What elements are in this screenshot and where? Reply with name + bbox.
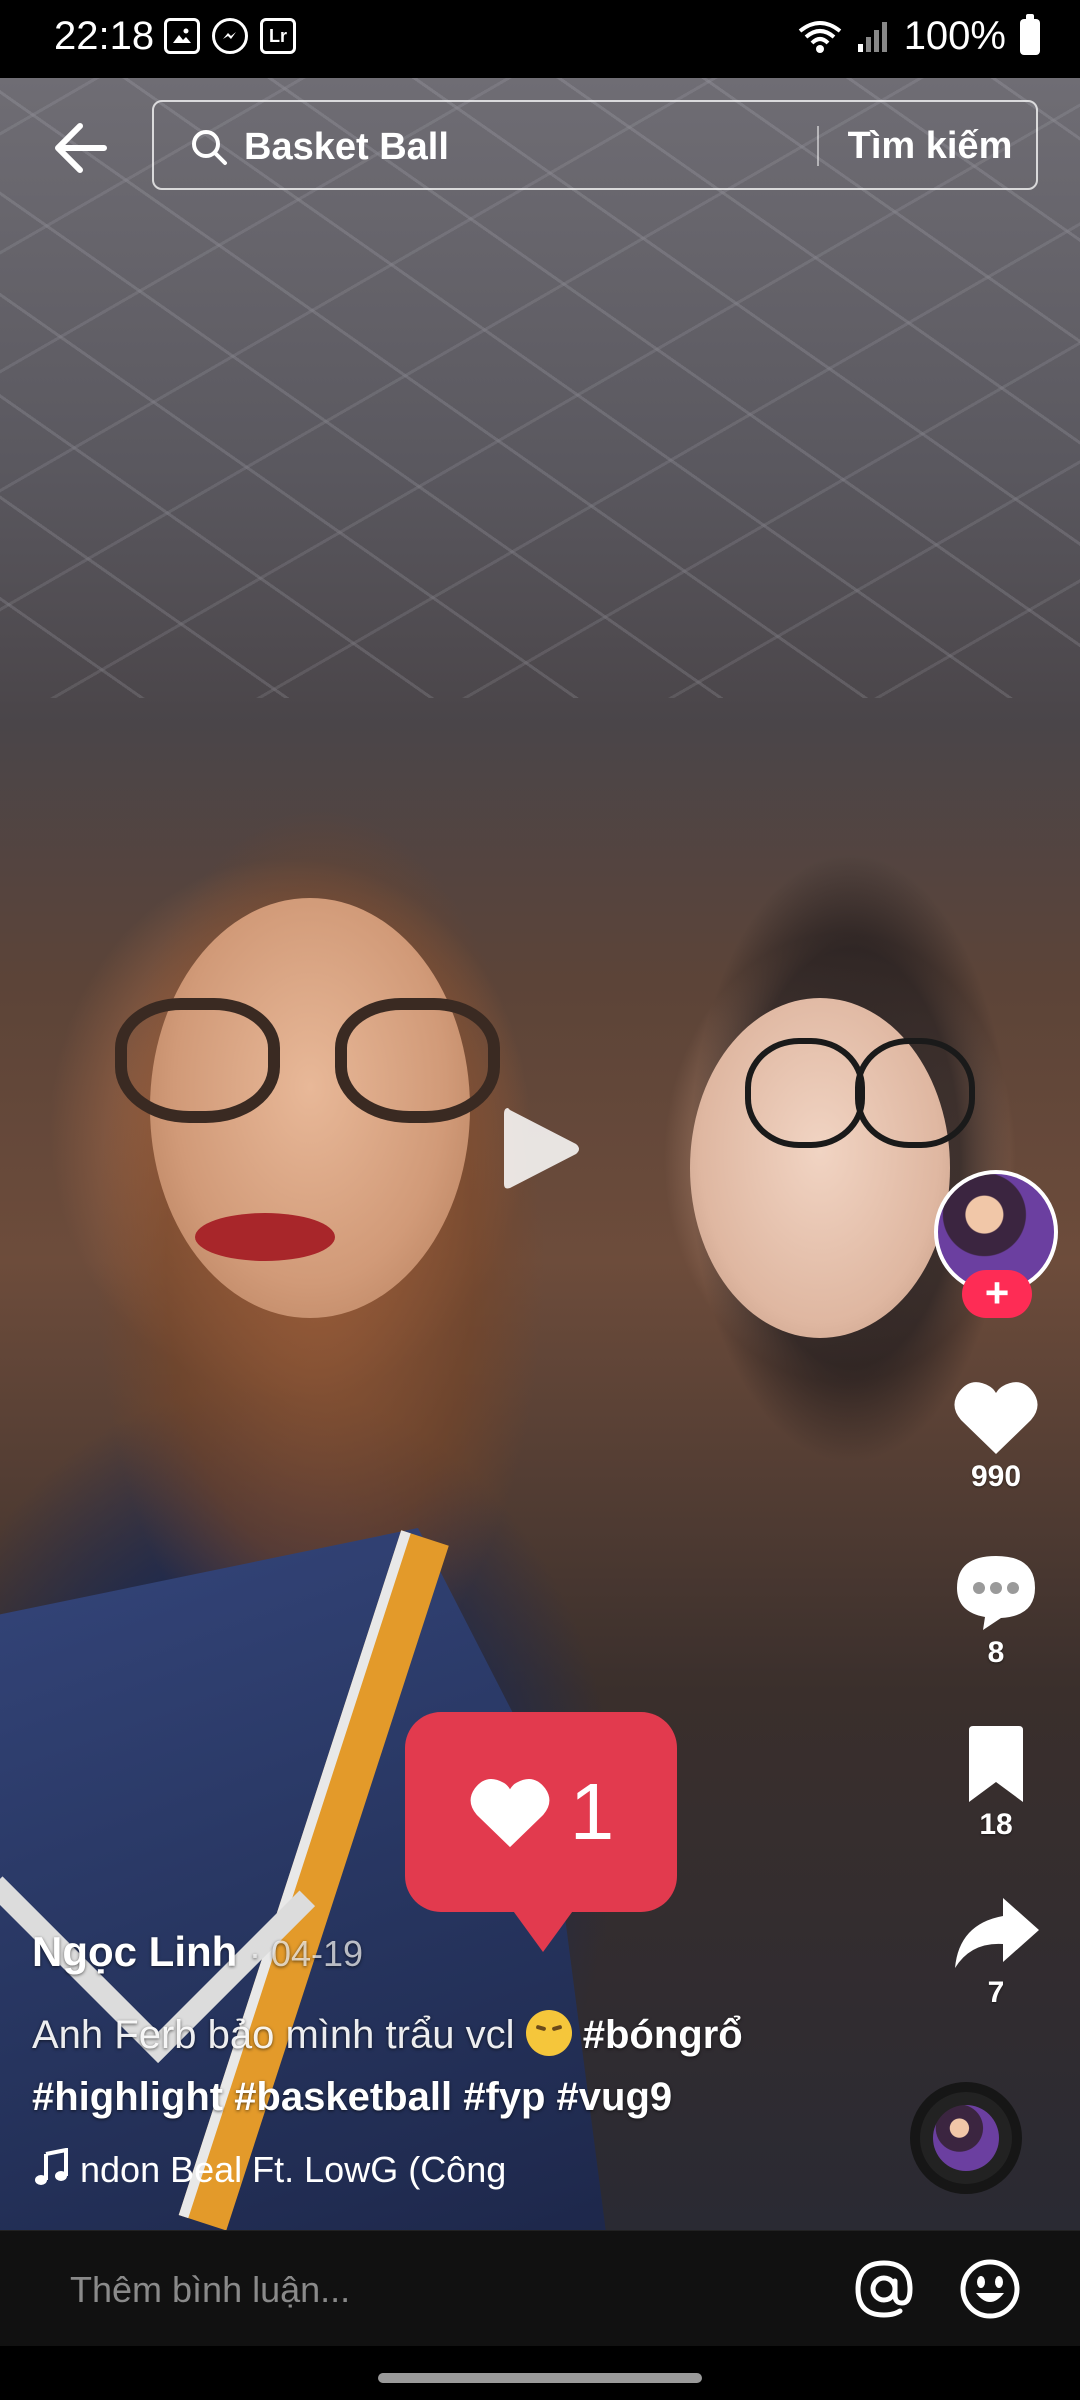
save-count: 18 [979, 1808, 1013, 1841]
comment-icon [957, 1556, 1035, 1630]
play-icon[interactable] [502, 1104, 582, 1194]
notification-icons: Lr [164, 18, 296, 54]
like-button[interactable]: 990 [940, 1378, 1052, 1494]
sad-face-emoji-icon [525, 2010, 572, 2056]
like-notification-popup: 1 [405, 1712, 677, 1952]
lightroom-icon: Lr [260, 18, 296, 54]
music-title: ndon Beal Ft. LowG (Công [80, 2149, 507, 2190]
bookmark-icon [969, 1726, 1023, 1802]
music-disc-cover [933, 2105, 999, 2171]
battery-percent: 100% [903, 14, 1006, 58]
music-track[interactable]: ndon Beal Ft. LowG (Công [34, 2148, 514, 2198]
video-figure-right-glasses [745, 1038, 975, 1158]
comment-input[interactable] [68, 2261, 832, 2319]
battery-icon [1020, 13, 1040, 55]
video-figure-left-glasses [115, 998, 515, 1138]
hashtag-link[interactable]: #bóngrổ [583, 2013, 743, 2057]
messenger-icon [212, 18, 248, 54]
search-icon [192, 130, 227, 165]
search-divider [817, 126, 819, 166]
caption-text: Anh Ferb bảo mình trẩu vcl [32, 2013, 515, 2057]
home-indicator[interactable] [378, 2373, 702, 2383]
share-count: 7 [987, 1976, 1005, 2009]
save-button[interactable]: 18 [940, 1724, 1052, 1842]
status-right: 100% [798, 13, 1040, 59]
heart-icon [470, 1778, 550, 1848]
emoji-icon[interactable] [958, 2257, 1022, 2321]
post-date: · 04-19 [248, 1933, 364, 1974]
share-button[interactable]: 7 [940, 1896, 1052, 2010]
back-arrow-icon[interactable] [50, 118, 110, 178]
comment-button[interactable]: 8 [940, 1552, 1052, 1670]
search-button[interactable]: Tìm kiếm [830, 118, 1030, 174]
heart-icon [954, 1382, 1038, 1454]
follow-button[interactable]: + [962, 1270, 1032, 1318]
like-count: 990 [970, 1460, 1022, 1493]
like-popup-count: 1 [569, 1767, 615, 1856]
video-caption: Anh Ferb bảo mình trẩu vcl #bóngrổ #high… [32, 2004, 852, 2128]
share-arrow-icon [955, 1898, 1039, 1968]
video-figure-left-lips [195, 1213, 335, 1261]
status-time: 22:18 [54, 14, 155, 58]
author-name[interactable]: Ngọc Linh [32, 1928, 237, 1975]
music-disc[interactable] [910, 2082, 1022, 2194]
author-line: Ngọc Linh · 04-19 [32, 1928, 363, 1976]
signal-icon [857, 21, 887, 52]
music-note-icon [35, 2148, 68, 2185]
at-mention-icon[interactable] [852, 2257, 916, 2321]
comment-bar [0, 2230, 1080, 2347]
wifi-icon [798, 20, 841, 53]
search-bar[interactable]: Tìm kiếm [152, 100, 1038, 190]
comment-count: 8 [987, 1636, 1005, 1669]
hashtag-links[interactable]: #highlight #basketball #fyp #vug9 [32, 2075, 672, 2119]
gallery-icon [164, 18, 200, 54]
status-bar: 22:18 Lr 100% [0, 0, 1080, 78]
